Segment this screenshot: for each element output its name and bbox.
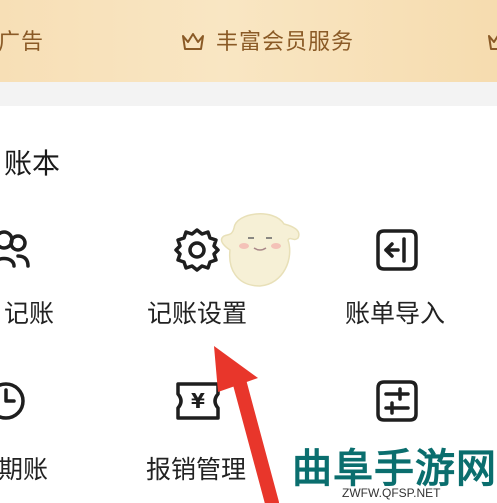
section-title: 账本 [4, 147, 61, 180]
mascot-sticker [220, 213, 300, 287]
member-banner[interactable]: 广告 丰富会员服务 [0, 0, 497, 83]
grid-item-label[interactable]: 记账 [4, 294, 54, 330]
import-icon[interactable] [374, 227, 420, 273]
watermark-url: ZWFW.QFSP.NET [342, 486, 441, 500]
grid-item-label[interactable]: 账单导入 [345, 294, 445, 330]
watermark: 曲阜手游网 ZWFW.QFSP.NET [290, 436, 497, 503]
clock-icon[interactable] [0, 378, 28, 424]
crown-icon [182, 33, 204, 50]
sliders-icon[interactable] [374, 378, 420, 424]
grid-item-label[interactable]: 记账设置 [147, 294, 247, 330]
member-service-label[interactable]: 丰富会员服务 [216, 24, 354, 56]
screen: 广告 丰富会员服务 账本 记账 记账设置 账单导入 期账 ¥ 报销管理 曲阜手游… [0, 0, 497, 503]
users-icon[interactable] [0, 228, 32, 270]
ad-label[interactable]: 广告 [0, 24, 44, 56]
section-divider [0, 82, 497, 106]
red-arrow-annotation [214, 346, 279, 503]
grid-item-label[interactable]: 期账 [0, 450, 48, 486]
crown-icon [488, 35, 497, 50]
